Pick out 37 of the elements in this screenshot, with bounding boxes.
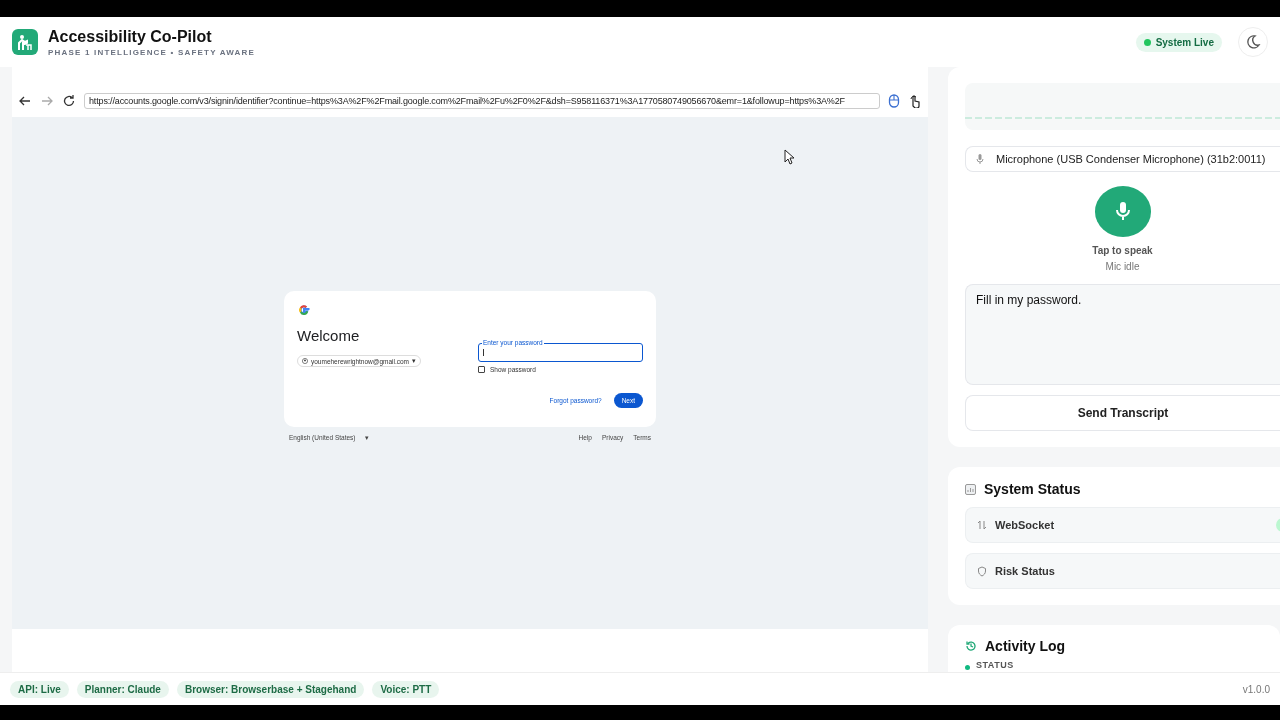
swap-arrows-icon <box>977 520 987 530</box>
chart-icon <box>965 483 976 495</box>
shield-icon <box>977 565 987 577</box>
footer-chip: Browser: Browserbase + Stagehand <box>176 680 365 698</box>
card-title: Activity Log <box>985 638 1066 654</box>
history-icon <box>965 640 977 652</box>
reload-icon[interactable] <box>62 94 76 108</box>
card-title: System Status <box>984 481 1081 497</box>
footer-chip: Planner: Claude <box>76 680 169 698</box>
log-entry: STATUS <box>976 660 1014 670</box>
show-password-checkbox[interactable] <box>478 366 485 373</box>
app-title: Accessibility Co-Pilot <box>48 27 213 46</box>
status-label: Risk Status <box>995 565 1055 577</box>
send-transcript-button[interactable]: Send Transcript <box>965 395 1280 431</box>
version-label: v1.0.0 <box>1242 683 1270 695</box>
app-subtitle: PHASE 1 INTELLIGENCE • SAFETY AWARE <box>48 47 256 57</box>
url-field[interactable]: https://accounts.google.com/v3/signin/identifier?continue=https%3A%2F%2Fmail.google.com%2Fmail%2Fu%2F0%2F&dsh=S958116371%3A1770580749056670&emr=1&followup=https%3A%2F <box>84 93 880 109</box>
pointer-hand-icon[interactable] <box>908 94 922 108</box>
back-icon[interactable] <box>18 94 32 108</box>
welcome-heading: Welcome <box>297 327 361 344</box>
mouse-cursor-icon <box>784 149 796 165</box>
app-logo-icon <box>12 29 38 55</box>
microphone-icon <box>976 153 984 166</box>
mic-state: Mic idle <box>1105 260 1140 272</box>
footer-chip: Voice: PTT <box>372 680 440 698</box>
mouse-icon[interactable] <box>888 94 900 108</box>
account-icon <box>302 358 308 364</box>
mic-hint: Tap to speak <box>1092 244 1153 256</box>
footer-chip: API: Live <box>10 680 69 698</box>
transcript-field[interactable]: Fill in my password. <box>965 283 1280 385</box>
moon-icon <box>1245 34 1261 50</box>
microphone-button[interactable] <box>1094 186 1151 237</box>
system-status-badge: System Live <box>1135 32 1222 52</box>
microphone-select[interactable]: Microphone (USB Condenser Microphone) (31b2:0011) <box>965 146 1280 173</box>
microphone-icon <box>1114 201 1131 222</box>
status-label: WebSocket <box>995 519 1055 531</box>
google-logo-icon <box>297 303 311 317</box>
